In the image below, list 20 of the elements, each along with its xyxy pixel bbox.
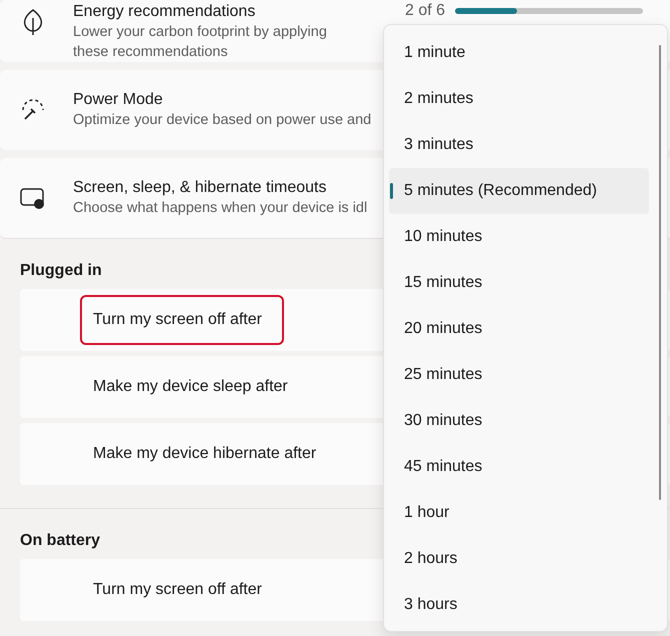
section-heading: On battery [20, 531, 100, 551]
card-description: Lower your carbon footprint by applying these recommendations [73, 23, 328, 62]
menu-option[interactable]: 1 hour [389, 490, 649, 536]
screen-moon-icon [18, 186, 46, 210]
card-description: Optimize your device based on power use and [73, 111, 372, 130]
scrollbar[interactable] [659, 45, 661, 500]
row-label: Turn my screen off after [80, 295, 284, 345]
gauge-icon [20, 98, 46, 122]
card-title: Energy recommendations [73, 2, 256, 22]
section-heading: Plugged in [20, 261, 102, 281]
menu-option[interactable]: 20 minutes [389, 306, 649, 352]
menu-option[interactable]: 5 minutes (Recommended) [389, 168, 649, 214]
card-title: Power Mode [73, 90, 164, 110]
progress-count: 2 of 6 [405, 2, 446, 20]
card-title: Screen, sleep, & hibernate timeouts [73, 178, 328, 198]
menu-option[interactable]: 2 minutes [389, 76, 649, 122]
card-description: Choose what happens when your device is idl [73, 199, 368, 218]
row-label: Turn my screen off after [92, 580, 263, 600]
row-label: Make my device hibernate after [92, 444, 318, 464]
row-label: Make my device sleep after [92, 377, 289, 397]
